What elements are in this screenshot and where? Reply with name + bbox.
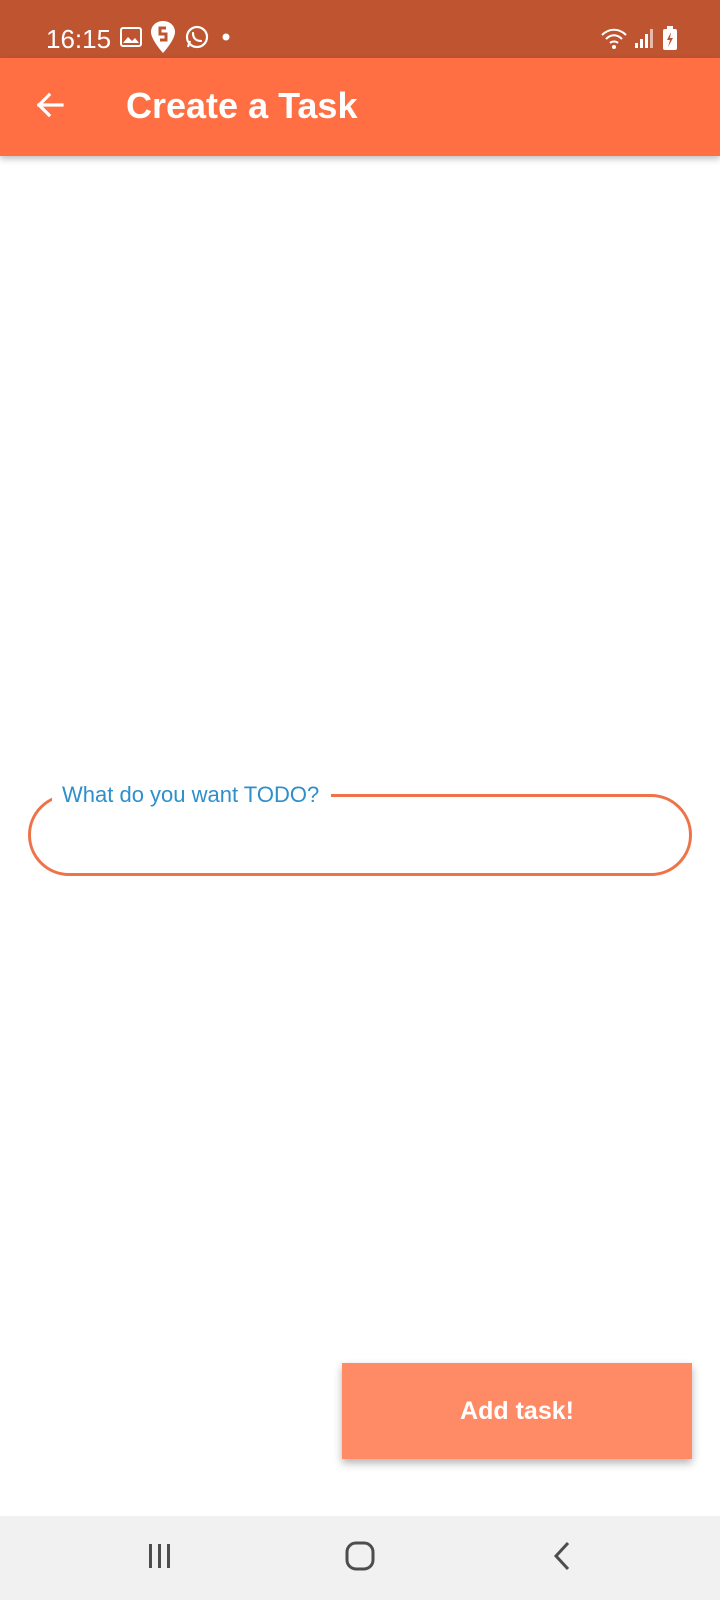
whatsapp-icon (184, 24, 210, 55)
recent-apps-button[interactable] (128, 1530, 192, 1586)
status-time: 16:15 (46, 24, 112, 54)
system-back-button[interactable] (530, 1530, 594, 1586)
status-bar: 16:15 (0, 0, 720, 58)
wifi-icon (600, 26, 628, 55)
system-nav-bar (0, 1516, 720, 1600)
home-icon (344, 1540, 376, 1577)
page-title: Create a Task (126, 85, 358, 126)
gallery-icon (120, 26, 142, 52)
battery-icon (662, 25, 678, 56)
task-field-label: What do you want TODO? (52, 782, 332, 808)
arrow-left-icon (34, 89, 66, 126)
app-bar: Create a Task (0, 58, 720, 156)
status-icons-right (600, 25, 678, 56)
back-icon (550, 1540, 574, 1577)
back-button[interactable] (22, 79, 78, 135)
task-input[interactable] (58, 812, 658, 858)
notification-dot (218, 29, 234, 50)
swiggy-icon (150, 20, 176, 59)
task-field[interactable]: What do you want TODO? (28, 766, 692, 878)
signal-icon (634, 27, 656, 54)
recent-apps-icon (145, 1542, 175, 1575)
home-button[interactable] (328, 1530, 392, 1586)
status-icons-left (120, 20, 234, 59)
add-task-button[interactable]: Add task! (342, 1363, 692, 1459)
